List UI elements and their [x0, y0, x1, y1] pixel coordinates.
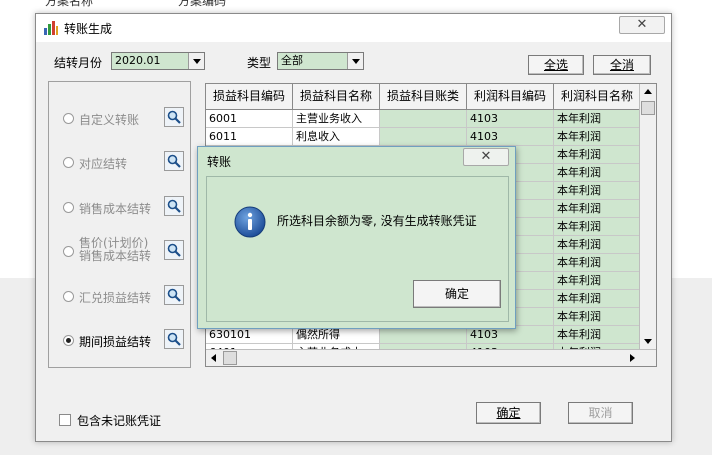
close-icon: ✕ — [636, 17, 648, 32]
radio-label: 自定义转账 — [79, 113, 140, 127]
scroll-up-button[interactable] — [640, 84, 656, 100]
background-text-left: 方案名称 — [45, 0, 94, 8]
radio-label: 对应结转 — [79, 157, 128, 171]
chevron-down-icon[interactable] — [347, 53, 363, 69]
type-label: 类型 — [247, 56, 272, 70]
app-icon — [44, 21, 58, 35]
radio-button[interactable] — [63, 157, 74, 168]
arrow-left-icon — [211, 354, 216, 362]
type-select[interactable]: 全部 — [277, 52, 364, 70]
column-header[interactable]: 损益科目名称 — [293, 84, 380, 110]
radio-button[interactable] — [63, 113, 74, 124]
arrow-up-icon — [644, 89, 652, 94]
search-icon[interactable] — [164, 329, 184, 349]
column-header[interactable]: 损益科目编码 — [206, 84, 293, 110]
radio-label-line2: 销售成本结转 — [79, 249, 152, 263]
month-label: 结转月份 — [54, 56, 103, 70]
table-cell[interactable]: 本年利润 — [554, 308, 641, 326]
horizontal-scrollbar[interactable] — [206, 349, 656, 366]
radio-button[interactable] — [63, 291, 74, 302]
radio-button-checked[interactable] — [63, 335, 74, 346]
cancel-button[interactable]: 取消 — [568, 402, 633, 424]
table-cell[interactable] — [380, 110, 467, 128]
table-cell[interactable]: 6011 — [206, 128, 293, 146]
search-icon[interactable] — [164, 240, 184, 260]
select-all-button[interactable]: 全选 — [528, 55, 584, 75]
radio-label: 汇兑损益结转 — [79, 291, 152, 305]
include-unposted-label: 包含未记账凭证 — [77, 414, 162, 428]
vertical-scrollbar[interactable] — [639, 84, 656, 350]
table-cell[interactable]: 本年利润 — [554, 128, 641, 146]
arrow-right-icon — [630, 354, 635, 362]
table-cell[interactable]: 本年利润 — [554, 146, 641, 164]
table-cell[interactable]: 4103 — [467, 128, 554, 146]
search-icon[interactable] — [164, 196, 184, 216]
table-cell[interactable]: 本年利润 — [554, 164, 641, 182]
info-icon — [234, 206, 266, 238]
window-titlebar: 转账生成 ✕ — [36, 14, 671, 42]
radio-button[interactable] — [63, 202, 74, 213]
table-cell[interactable]: 本年利润 — [554, 200, 641, 218]
deselect-all-button[interactable]: 全消 — [593, 55, 651, 75]
scroll-right-button[interactable] — [624, 350, 640, 366]
table-cell[interactable]: 本年利润 — [554, 326, 641, 344]
table-cell[interactable]: 6001 — [206, 110, 293, 128]
transfer-message-dialog: 转账 ✕ 所选科目余额为零, 没有生成转账凭证 确定 — [197, 146, 516, 329]
ok-button[interactable]: 确定 — [476, 402, 541, 424]
table-cell[interactable] — [380, 128, 467, 146]
scroll-down-button[interactable] — [640, 333, 656, 349]
table-cell[interactable]: 本年利润 — [554, 272, 641, 290]
include-unposted-checkbox[interactable] — [59, 414, 71, 426]
dialog-message: 所选科目余额为零, 没有生成转账凭证 — [277, 214, 477, 228]
table-cell[interactable]: 本年利润 — [554, 110, 641, 128]
background-text-right: 方案编码 — [178, 0, 227, 8]
column-header[interactable]: 利润科目编码 — [467, 84, 554, 110]
table-cell[interactable]: 利息收入 — [293, 128, 380, 146]
search-icon[interactable] — [164, 151, 184, 171]
month-select[interactable]: 2020.01 — [111, 52, 205, 70]
table-cell[interactable]: 本年利润 — [554, 182, 641, 200]
type-select-value: 全部 — [281, 54, 303, 67]
scroll-thumb[interactable] — [641, 101, 655, 115]
scroll-left-button[interactable] — [206, 350, 222, 366]
dialog-titlebar: 转账 ✕ — [198, 147, 515, 175]
table-cell[interactable]: 本年利润 — [554, 218, 641, 236]
dialog-ok-button[interactable]: 确定 — [413, 280, 501, 308]
table-cell[interactable]: 本年利润 — [554, 254, 641, 272]
arrow-down-icon — [644, 339, 652, 344]
search-icon[interactable] — [164, 107, 184, 127]
table-cell[interactable]: 本年利润 — [554, 290, 641, 308]
search-icon[interactable] — [164, 285, 184, 305]
dialog-title: 转账 — [207, 155, 232, 169]
column-header[interactable]: 损益科目账类 — [380, 84, 467, 110]
dialog-body: 所选科目余额为零, 没有生成转账凭证 确定 — [206, 176, 509, 322]
table-cell[interactable]: 4103 — [467, 110, 554, 128]
radio-label-line1: 售价(计划价) — [79, 236, 149, 250]
window-close-button[interactable]: ✕ — [619, 16, 665, 34]
hscroll-thumb[interactable] — [223, 351, 237, 365]
month-select-value: 2020.01 — [115, 54, 161, 67]
radio-button[interactable] — [63, 246, 74, 257]
window-title: 转账生成 — [64, 22, 113, 36]
table-cell[interactable]: 本年利润 — [554, 236, 641, 254]
dialog-close-button[interactable]: ✕ — [463, 148, 509, 166]
transfer-type-panel: 自定义转账 对应结转 销售成本结转 售价(计划价) 销售成本结转 汇兑损益结转 … — [48, 81, 191, 368]
chevron-down-icon[interactable] — [188, 53, 204, 69]
table-cell[interactable]: 主营业务收入 — [293, 110, 380, 128]
radio-label: 期间损益结转 — [79, 335, 152, 349]
column-header[interactable]: 利润科目名称 — [554, 84, 641, 110]
radio-label: 售价(计划价) 销售成本结转 — [79, 237, 151, 263]
close-icon: ✕ — [480, 149, 492, 164]
radio-label: 销售成本结转 — [79, 202, 152, 216]
